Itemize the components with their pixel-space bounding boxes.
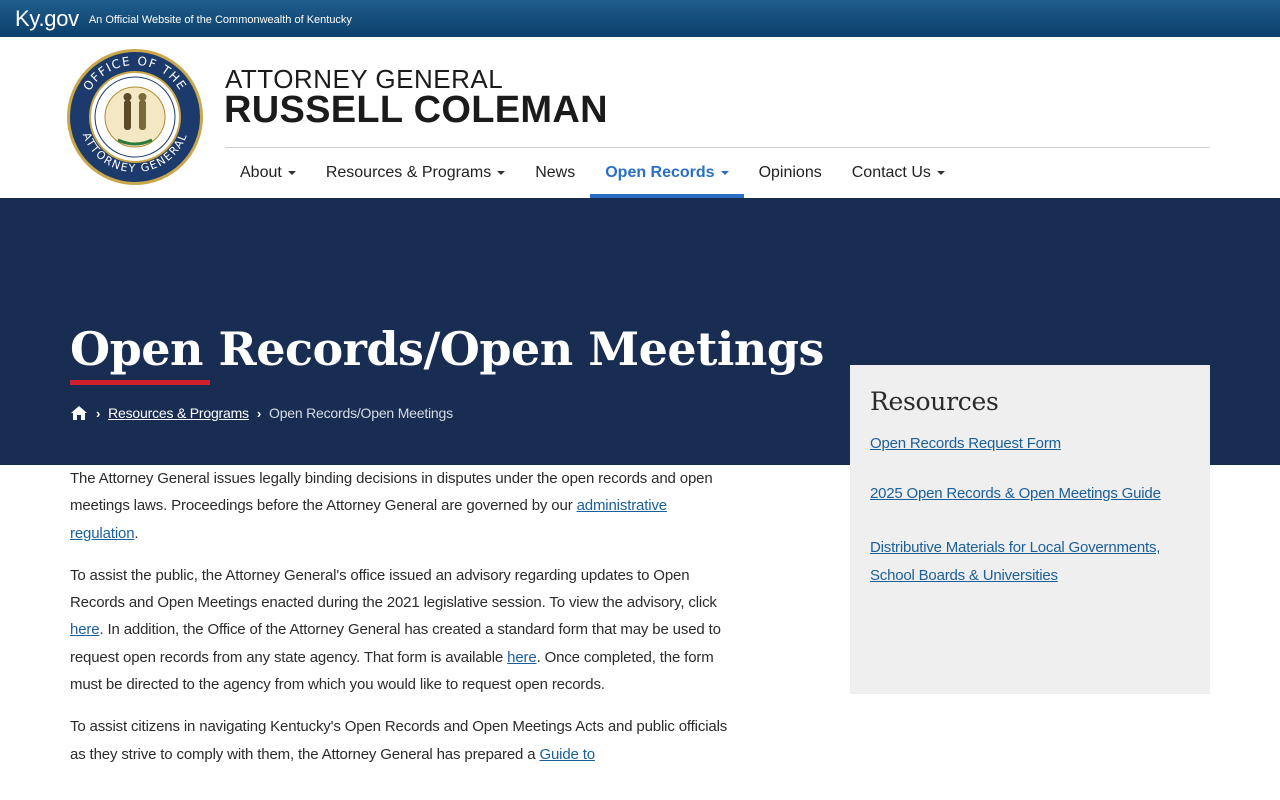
caret-down-icon [720,171,729,175]
title-accent-bar [70,380,210,385]
nav-opinions[interactable]: Opinions [744,148,837,198]
kygov-logo[interactable]: Ky.gov [15,6,79,32]
breadcrumb: › Resources & Programs › Open Records/Op… [70,405,453,421]
nav-open-records[interactable]: Open Records [590,148,744,198]
kygov-tagline: An Official Website of the Commonwealth … [88,13,352,26]
link-open-records-guide-2025[interactable]: 2025 Open Records & Open Meetings Guide [870,480,1190,508]
breadcrumb-resources-programs[interactable]: Resources & Programs [108,405,249,421]
link-distributive-materials-cont[interactable]: School Boards & Universities [870,562,1190,590]
home-icon[interactable] [70,405,88,421]
main-content: The Attorney General issues legally bind… [70,465,730,783]
resources-panel: Resources Open Records Request Form 2025… [850,365,1210,694]
site-header: OFFICE OF THE ATTORNEY GENERAL ATTORNEY … [0,37,1280,198]
chevron-right-icon: › [256,405,261,421]
nav-news[interactable]: News [520,148,590,198]
main-nav: About Resources & Programs News Open Rec… [225,148,960,198]
nav-resources-programs[interactable]: Resources & Programs [311,148,520,198]
caret-down-icon [936,171,945,175]
link-distributive-materials[interactable]: Distributive Materials for Local Governm… [870,534,1190,562]
caret-down-icon [287,171,296,175]
page-title: Open Records/Open Meetings [70,322,824,376]
paragraph-intro: The Attorney General issues legally bind… [70,470,713,542]
breadcrumb-current: Open Records/Open Meetings [269,405,453,421]
link-open-records-request-form[interactable]: Open Records Request Form [870,430,1190,458]
nav-about[interactable]: About [225,148,311,198]
paragraph-guide: To assist citizens in navigating Kentuck… [70,718,728,763]
resources-heading: Resources [870,387,999,416]
chevron-right-icon: › [96,405,101,421]
attorney-general-seal-icon[interactable]: OFFICE OF THE ATTORNEY GENERAL [66,48,204,186]
link-form-here[interactable]: here [507,649,537,666]
caret-down-icon [497,171,506,175]
link-advisory-here[interactable]: here [70,621,100,638]
office-name[interactable]: RUSSELL COLEMAN [224,89,608,132]
paragraph-advisory: To assist the public, the Attorney Gener… [70,566,721,694]
link-guide[interactable]: Guide to [539,746,595,763]
kygov-bar: Ky.gov An Official Website of the Common… [0,0,1280,37]
nav-contact-us[interactable]: Contact Us [837,148,960,198]
